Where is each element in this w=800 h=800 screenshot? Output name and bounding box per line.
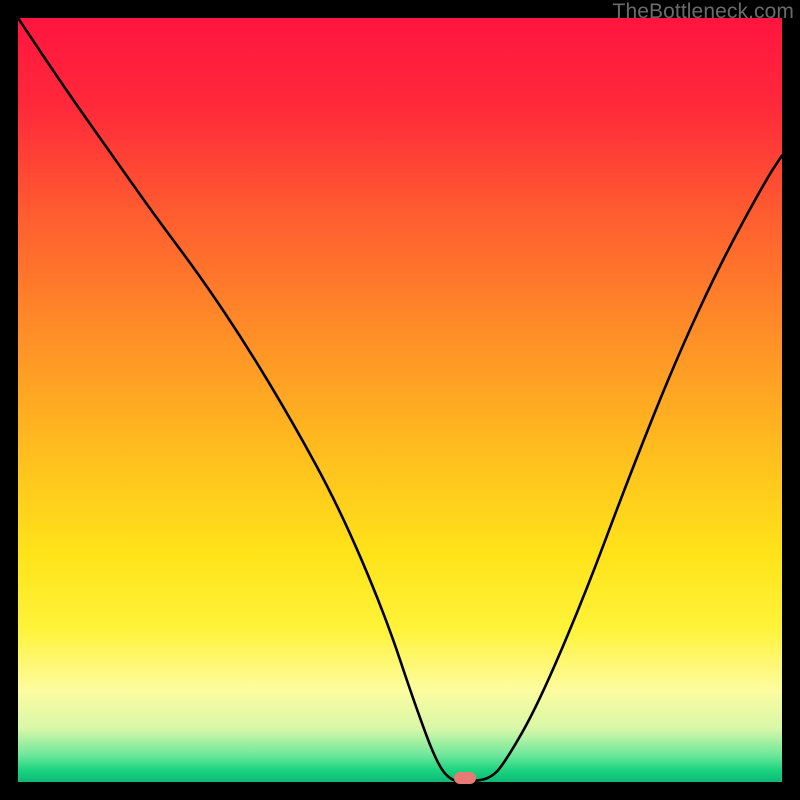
background-gradient [18, 18, 782, 782]
chart-stage: TheBottleneck.com [0, 0, 800, 800]
plot-frame [18, 18, 782, 782]
